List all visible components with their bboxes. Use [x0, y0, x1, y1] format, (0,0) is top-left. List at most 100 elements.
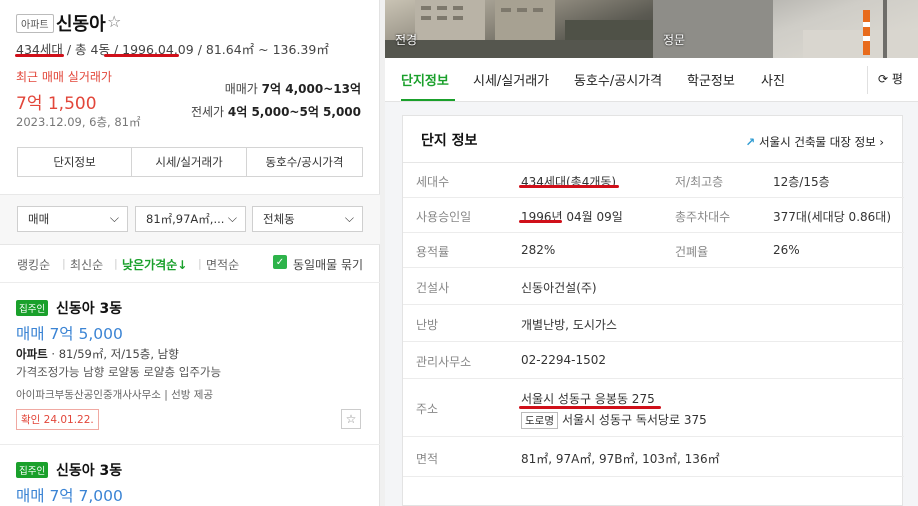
building-value: 전체동 [263, 212, 295, 226]
detail-tabs: 단지정보 시세/실거래가 동호수/공시가격 학군정보 사진 [385, 58, 918, 102]
listing-spec: 아파트 · 81/59㎡, 저/15층, 남향 [16, 346, 179, 362]
building-select[interactable]: 전체동 ⌵ [252, 206, 363, 232]
separator: / [62, 42, 76, 57]
type-badge: 아파트 [16, 14, 54, 33]
approval-label: 사용승인일 [416, 210, 472, 224]
tab-complex-info[interactable]: 단지정보 [401, 70, 449, 89]
area-unit-toggle[interactable]: ⟳ 평 [878, 70, 903, 87]
exterior-photo[interactable]: 전경 [385, 0, 653, 58]
card-title: 단지 정보 [421, 133, 478, 149]
date-annotation-underline [104, 54, 179, 57]
building-image [385, 0, 653, 58]
confirm-date-tag: 확인 24.01.22. [16, 409, 99, 430]
complex-info-card: 단지 정보 ↗ 서울시 건축물 대장 정보 › 세대수 434세대(총4개동) … [402, 115, 904, 506]
sort-lowest-price[interactable]: 낮은가격순↓ [122, 256, 187, 273]
sort-latest[interactable]: 최신순 [70, 256, 103, 273]
price-history-button[interactable]: 시세/실거래가 [131, 147, 247, 177]
area-value: 81㎡,97A㎡,... [146, 212, 225, 226]
owner-badge: 집주인 [16, 462, 49, 478]
building-register-link[interactable]: ↗ 서울시 건축물 대장 정보 › [746, 134, 884, 150]
area-select[interactable]: 81㎡,97A㎡,... ⌵ [135, 206, 246, 232]
table-row: 세대수 434세대(총4개동) 저/최고층 12층/15층 [403, 163, 904, 198]
listing-price: 매매 7억 7,000 [16, 487, 123, 505]
sale-price-range: 매매가 7억 4,000~13억 [225, 80, 361, 97]
listing-title[interactable]: 신동아 3동 [56, 298, 122, 318]
gate-image [653, 0, 918, 58]
listing-panel: 아파트 신동아 ☆ 434세대 / 총 4동 / 1996.04.09 / 81… [0, 0, 380, 506]
photo-caption: 정문 [663, 33, 686, 47]
office-phone[interactable]: 02-2294-1502 [521, 353, 606, 367]
address-value: 서울시 성동구 응봉동 275 [521, 392, 655, 406]
divider [0, 444, 380, 445]
listing-spec-detail: · 81/59㎡, 저/15층, 남향 [47, 347, 179, 361]
chevron-down-icon: ⌵ [109, 211, 119, 225]
gate-photo[interactable]: 정문 [653, 0, 918, 58]
trade-type-value: 매매 [28, 212, 50, 226]
table-row: 면적 81㎡, 97A㎡, 97B㎡, 103㎡, 136㎡ [403, 437, 904, 477]
owner-badge: 집주인 [16, 300, 49, 316]
sale-price-value: 7억 4,000~13억 [261, 82, 361, 96]
floors-value: 12층/15층 [773, 175, 830, 189]
listing-agent: 아이파크부동산공인중개사사무소 | 선방 제공 [16, 389, 214, 401]
table-row: 용적률 282% 건폐율 26% [403, 233, 904, 268]
unit-price-button[interactable]: 동호수/공시가격 [246, 147, 363, 177]
listing-description: 가격조정가능 남향 로얄동 로얄층 입주가능 [16, 365, 222, 379]
separator: / [193, 42, 206, 57]
approval-annotation-underline [519, 220, 562, 223]
divider [867, 66, 868, 94]
tab-school[interactable]: 학군정보 [687, 70, 735, 89]
area-unit-label: 평 [891, 72, 903, 86]
apartment-name: 신동아 [56, 14, 106, 35]
far-label: 용적률 [416, 245, 450, 259]
area-value: 81㎡, 97A㎡, 97B㎡, 103㎡, 136㎡ [521, 452, 720, 466]
bookmark-star-icon[interactable]: ☆ [341, 409, 361, 429]
heating-label: 난방 [416, 318, 439, 332]
refresh-icon: ⟳ [878, 72, 889, 86]
table-row: 건설사 신동아건설(주) [403, 268, 904, 305]
builder-label: 건설사 [416, 281, 450, 295]
divider [0, 282, 380, 283]
jeonse-price-value: 4억 5,000~5억 5,000 [227, 105, 361, 119]
sort-ranking[interactable]: 랭킹순 [17, 256, 50, 273]
table-row: 난방 개별난방, 도시가스 [403, 305, 904, 342]
same-listing-checkbox[interactable]: ✓ [273, 255, 287, 269]
active-tab-indicator [401, 99, 455, 101]
builder-value: 신동아건설(주) [521, 281, 597, 295]
same-listing-label: 동일매물 묶기 [293, 258, 364, 272]
tab-photos[interactable]: 사진 [761, 70, 785, 89]
sort-separator: | [198, 257, 202, 270]
heating-value: 개별난방, 도시가스 [521, 318, 617, 332]
table-row: 관리사무소 02-2294-1502 [403, 342, 904, 379]
external-link-icon: ↗ [745, 135, 756, 149]
households-annotation-underline [519, 185, 619, 188]
jeonse-price-range: 전세가 4억 5,000~5억 5,000 [191, 103, 361, 120]
recent-trade-price: 7억 1,500 [16, 94, 97, 114]
chevron-right-icon: › [879, 135, 884, 149]
listing-spec-type: 아파트 [16, 347, 48, 361]
parking-value: 377대(세대당 0.86대) [773, 210, 892, 224]
trade-type-select[interactable]: 매매 ⌵ [17, 206, 128, 232]
listing-title[interactable]: 신동아 3동 [56, 460, 122, 480]
complex-detail-panel: 전경 정문 단지정보 시세/실거래가 동호수/공시가격 학군정보 사진 ⟳ 평 … [385, 0, 918, 506]
floors-label: 저/최고층 [675, 175, 724, 189]
tab-unit-price[interactable]: 동호수/공시가격 [574, 70, 662, 89]
parking-label: 총주차대수 [675, 210, 731, 224]
chevron-down-icon: ⌵ [227, 211, 237, 225]
complex-info-button[interactable]: 단지정보 [17, 147, 132, 177]
area-label: 면적 [416, 452, 439, 466]
favorite-star-icon[interactable]: ☆ [107, 12, 121, 31]
recent-trade-meta: 2023.12.09, 6층, 81㎡ [16, 115, 141, 129]
sort-area[interactable]: 면적순 [206, 256, 239, 273]
recent-trade-label: 최근 매매 실거래가 [16, 70, 112, 84]
table-row: 사용승인일 1996년 04월 09일 총주차대수 377대(세대당 0.86대… [403, 198, 904, 233]
sort-separator: | [62, 257, 66, 270]
photo-caption: 전경 [395, 33, 418, 47]
road-name-tag: 도로명 [521, 412, 558, 429]
jeonse-price-label: 전세가 [190, 105, 225, 119]
road-address-value: 서울시 성동구 독서당로 375 [561, 413, 707, 427]
tab-price-history[interactable]: 시세/실거래가 [473, 70, 549, 89]
chevron-down-icon: ⌵ [344, 211, 354, 225]
building-register-label: 서울시 건축물 대장 정보 [758, 135, 876, 149]
listing-price: 매매 7억 5,000 [16, 325, 123, 343]
households-label: 세대수 [416, 175, 450, 189]
